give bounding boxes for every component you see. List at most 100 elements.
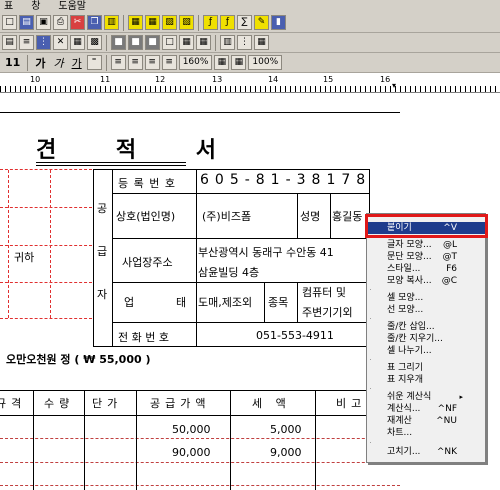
align-icon[interactable]: ▥ <box>220 35 235 50</box>
shade-icon[interactable]: ■ <box>111 35 126 50</box>
calc-icon[interactable]: ∑ <box>237 15 252 30</box>
dashed-gridline <box>0 485 400 486</box>
table-border <box>112 170 113 346</box>
items-table[interactable]: 규격 수량 단가 공급가액 세 액 비고 50,000 5,000 90,000… <box>0 390 400 490</box>
table-border <box>196 170 197 346</box>
ruler-label: 13 <box>212 75 223 84</box>
menu-item-line-shape[interactable]: 선 모양... <box>367 304 485 316</box>
dashed-gridline <box>0 462 400 463</box>
bold-button[interactable]: 가 <box>32 55 48 71</box>
table-icon[interactable]: ▦ <box>145 15 160 30</box>
table-border <box>330 193 331 238</box>
formula-icon[interactable]: ƒ <box>203 15 218 30</box>
menu-item-edit[interactable]: 고치기... ^NK <box>367 446 485 458</box>
table-border <box>297 193 298 238</box>
menu-item-formula[interactable]: 계산식... ^NF <box>367 403 485 415</box>
menu-item-draw-table[interactable]: 표 그리기 <box>367 362 485 374</box>
menu-item-char-shape[interactable]: 글자 모양... @L <box>367 239 485 251</box>
header-qty: 수량 <box>44 397 75 410</box>
fill-icon[interactable]: ■ <box>145 35 160 50</box>
address-line2: 삼윤빌딩 4층 <box>198 266 260 279</box>
menu-item-delete-row-col[interactable]: 줄/칸 지우기... <box>367 333 485 345</box>
recipient-box[interactable] <box>0 169 92 319</box>
grid-icon[interactable]: ▦ <box>179 35 194 50</box>
menu-window[interactable]: 창 <box>31 0 40 13</box>
menu-separator <box>370 388 371 389</box>
line-icon[interactable]: □ <box>162 35 177 50</box>
save-icon[interactable]: ▣ <box>36 15 51 30</box>
italic-button[interactable]: 가 <box>50 55 66 71</box>
toolbar-separator <box>27 54 29 71</box>
reg-number-value: 605-81-38178 <box>200 172 372 188</box>
ruler-label: 10 <box>30 75 41 84</box>
highlight-box <box>365 214 488 238</box>
supplier-table[interactable]: 공 급 자 등 록 번 호 605-81-38178 상호(법인명) (주)비즈… <box>93 169 370 347</box>
toolbar-separator <box>123 14 124 31</box>
toolbar-standard: □ ▤ ▣ ⎙ ✂ ❐ ▥ ▦ ▦ ▨ ▧ ƒ ƒ ∑ ✎ ▮ <box>0 13 500 33</box>
note-icon[interactable]: ✎ <box>254 15 269 30</box>
copy-icon[interactable]: ❐ <box>87 15 102 30</box>
company-label: 상호(법인명) <box>116 210 176 223</box>
menu-item-easy-formula[interactable]: 쉬운 계산식 <box>367 391 485 403</box>
ruler[interactable]: 10 11 12 13 14 15 16 ▾ <box>0 73 500 93</box>
business-item-line2: 주변기기외 <box>302 306 353 319</box>
row1-supply: 50,000 <box>172 423 211 436</box>
image-icon[interactable]: ▨ <box>162 15 177 30</box>
table-border <box>136 391 137 490</box>
align-center-icon[interactable]: ≡ <box>127 55 143 70</box>
ruler-label: 15 <box>323 75 334 84</box>
merge-icon[interactable]: ▦ <box>70 35 85 50</box>
border-icon[interactable]: ■ <box>128 35 143 50</box>
print-icon[interactable]: ⎙ <box>53 15 68 30</box>
menu-table[interactable]: 표 <box>4 0 13 13</box>
align-left-icon[interactable]: ≡ <box>110 55 126 70</box>
new-doc-icon[interactable]: □ <box>2 15 17 30</box>
dashed-gridline <box>0 282 92 283</box>
toolbar-separator <box>105 54 107 71</box>
menu-item-chart[interactable]: 차트... <box>367 427 485 439</box>
cut-icon[interactable]: ✂ <box>70 15 85 30</box>
paste-icon[interactable]: ▥ <box>104 15 119 30</box>
split-icon[interactable]: ▩ <box>87 35 102 50</box>
supplier-side-label: 급 <box>97 245 108 258</box>
underline-button[interactable]: 가 <box>69 55 85 71</box>
menu-item-style[interactable]: 스타일... F6 <box>367 263 485 275</box>
header-note: 비고 <box>336 397 367 410</box>
grid2-icon[interactable]: ▦ <box>196 35 211 50</box>
menu-separator <box>370 442 371 443</box>
insert-row-icon[interactable]: ≡ <box>19 35 34 50</box>
menu-item-split-cell[interactable]: 셀 나누기... <box>367 345 485 357</box>
zoom-width[interactable]: 160% <box>178 55 213 70</box>
dashed-gridline <box>0 438 400 439</box>
page2-icon[interactable]: ▦ <box>231 55 247 70</box>
menu-help[interactable]: 도움말 <box>58 0 86 13</box>
page-top-border <box>0 112 400 113</box>
menu-item-insert-row-col[interactable]: 줄/칸 삽입... <box>367 321 485 333</box>
header-tax: 세 액 <box>252 397 291 410</box>
menu-item-cell-shape[interactable]: 셀 모양... <box>367 292 485 304</box>
book-icon[interactable]: ▮ <box>271 15 286 30</box>
menu-item-copy-shape[interactable]: 모양 복사... @C <box>367 275 485 287</box>
ruler-label: 12 <box>155 75 166 84</box>
insert-col-icon[interactable]: ⋮ <box>36 35 51 50</box>
justify-icon[interactable]: ≡ <box>161 55 177 70</box>
menu-item-para-shape[interactable]: 문단 모양... @T <box>367 251 485 263</box>
align-right-icon[interactable]: ≡ <box>144 55 160 70</box>
fit-icon[interactable]: ▦ <box>254 35 269 50</box>
function-icon[interactable]: ƒ <box>220 15 235 30</box>
open-icon[interactable]: ▤ <box>19 15 34 30</box>
supplier-side-label: 자 <box>97 288 108 301</box>
font-size-box[interactable]: 11 <box>2 56 23 69</box>
menu-item-recalculate[interactable]: 재계산 ^NU <box>367 415 485 427</box>
zoom-page[interactable]: 100% <box>248 55 283 70</box>
chart-icon[interactable]: ▧ <box>179 15 194 30</box>
spread-icon[interactable]: ⋮ <box>237 35 252 50</box>
page-icon[interactable]: ▦ <box>214 55 230 70</box>
owner-label: 성명 <box>300 210 321 223</box>
menu-item-table-eraser[interactable]: 표 지우개 <box>367 374 485 386</box>
menu-separator <box>370 359 371 360</box>
char-style-icon[interactable]: ⁼ <box>86 55 102 70</box>
cell-icon[interactable]: ▤ <box>2 35 17 50</box>
delete-icon[interactable]: ✕ <box>53 35 68 50</box>
frame-icon[interactable]: ▦ <box>128 15 143 30</box>
